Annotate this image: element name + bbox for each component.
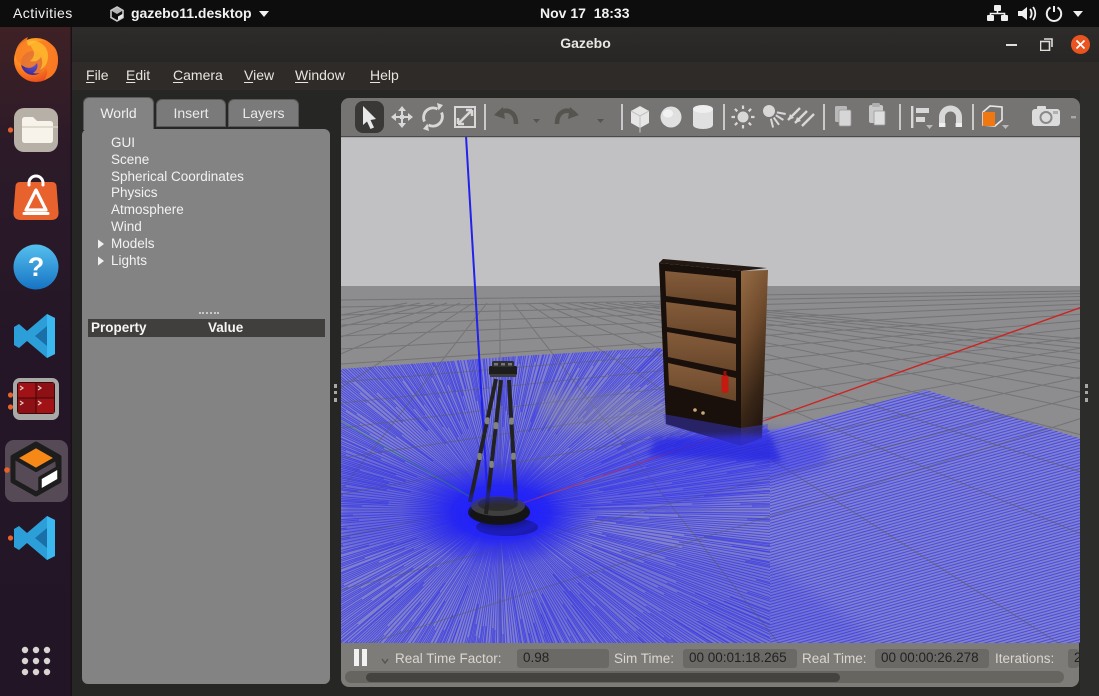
svg-text:?: ? — [28, 252, 45, 282]
